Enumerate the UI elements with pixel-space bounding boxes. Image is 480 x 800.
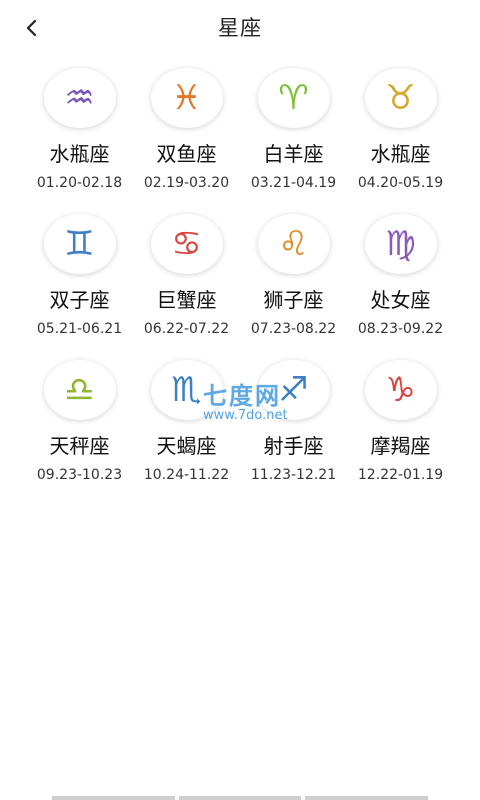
zodiac-icon-circle: ♊ [43,214,116,274]
leo-icon: ♌ [278,224,309,264]
page-title: 星座 [218,16,262,40]
zodiac-name: 处女座 [370,288,431,312]
zodiac-name: 白羊座 [263,142,324,166]
zodiac-date-range: 05.21-06.21 [36,321,123,337]
zodiac-item[interactable]: ♋ 巨蟹座 06.22-07.22 [133,210,240,338]
aries-icon: ♈ [278,78,309,118]
capricorn-icon: ♑ [385,370,416,410]
zodiac-name: 摩羯座 [370,434,431,458]
zodiac-name: 双鱼座 [156,142,217,166]
zodiac-name: 水瓶座 [49,142,110,166]
zodiac-item[interactable]: ♎ 天秤座 09.23-10.23 [26,356,133,484]
zodiac-item[interactable]: ♊ 双子座 05.21-06.21 [26,210,133,338]
zodiac-name: 射手座 [263,434,324,458]
zodiac-item[interactable]: ♉ 水瓶座 04.20-05.19 [347,64,454,192]
sagittarius-icon: ♐ [278,370,309,410]
zodiac-item[interactable]: ♍ 处女座 08.23-09.22 [347,210,454,338]
bottom-indicator [52,796,429,800]
zodiac-icon-circle: ♌ [257,214,330,274]
zodiac-name: 天秤座 [49,434,110,458]
pisces-icon: ♓ [171,78,202,118]
zodiac-date-range: 01.20-02.18 [36,175,123,191]
zodiac-name: 狮子座 [263,288,324,312]
virgo-icon: ♍ [385,224,416,264]
zodiac-name: 巨蟹座 [156,288,217,312]
zodiac-date-range: 10.24-11.22 [143,467,230,483]
zodiac-icon-circle: ♑ [364,360,437,420]
aquarius-icon: ♒ [64,78,95,118]
top-bar: 星座 [0,0,480,56]
zodiac-icon-circle: ♏ [150,360,223,420]
zodiac-date-range: 02.19-03.20 [143,175,230,191]
zodiac-icon-circle: ♈ [257,68,330,128]
taurus-icon: ♉ [385,78,416,118]
zodiac-date-range: 09.23-10.23 [36,467,123,483]
libra-icon: ♎ [64,370,95,410]
zodiac-name: 天蝎座 [156,434,217,458]
zodiac-icon-circle: ♎ [43,360,116,420]
zodiac-date-range: 06.22-07.22 [143,321,230,337]
zodiac-item[interactable]: ♓ 双鱼座 02.19-03.20 [133,64,240,192]
zodiac-date-range: 08.23-09.22 [357,321,444,337]
zodiac-icon-circle: ♓ [150,68,223,128]
scorpio-icon: ♏ [171,370,202,410]
zodiac-item[interactable]: ♌ 狮子座 07.23-08.22 [240,210,347,338]
zodiac-date-range: 07.23-08.22 [250,321,337,337]
zodiac-name: 双子座 [49,288,110,312]
zodiac-item[interactable]: ♒ 水瓶座 01.20-02.18 [26,64,133,192]
zodiac-item[interactable]: ♑ 摩羯座 12.22-01.19 [347,356,454,484]
zodiac-item[interactable]: ♏ 天蝎座 10.24-11.22 [133,356,240,484]
zodiac-name: 水瓶座 [370,142,431,166]
zodiac-icon-circle: ♒ [43,68,116,128]
zodiac-item[interactable]: ♈ 白羊座 03.21-04.19 [240,64,347,192]
zodiac-icon-circle: ♍ [364,214,437,274]
cancer-icon: ♋ [171,224,202,264]
gemini-icon: ♊ [64,224,95,264]
zodiac-date-range: 04.20-05.19 [357,175,444,191]
zodiac-date-range: 12.22-01.19 [357,467,444,483]
zodiac-grid: ♒ 水瓶座 01.20-02.18 ♓ 双鱼座 02.19-03.20 ♈ 白羊座 03.21-… [26,64,454,484]
zodiac-date-range: 11.23-12.21 [250,467,337,483]
zodiac-item[interactable]: ♐ 射手座 11.23-12.21 [240,356,347,484]
zodiac-date-range: 03.21-04.19 [250,175,337,191]
zodiac-icon-circle: ♋ [150,214,223,274]
zodiac-icon-circle: ♉ [364,68,437,128]
zodiac-icon-circle: ♐ [257,360,330,420]
